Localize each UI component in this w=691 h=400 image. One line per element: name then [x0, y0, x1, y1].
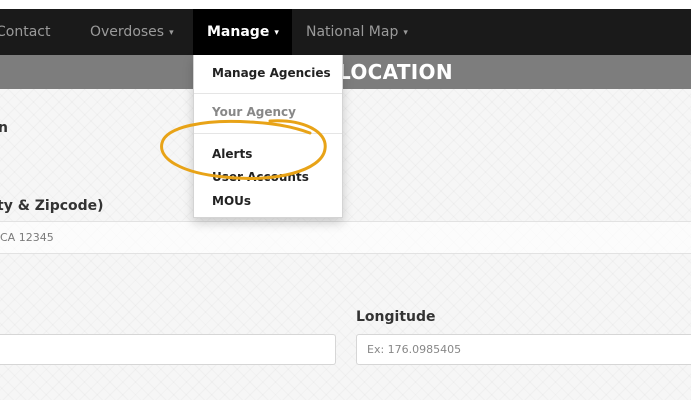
- nav-item-label: National Map: [306, 24, 399, 40]
- caret-down-icon: ▾: [274, 28, 279, 38]
- address-value: CA 12345: [0, 231, 54, 244]
- section-title-bar: LOCATION: [0, 55, 691, 89]
- nav-item-contact[interactable]: Contact: [0, 9, 50, 55]
- latitude-input[interactable]: [0, 334, 336, 365]
- name-field-label: n: [0, 120, 8, 136]
- menu-item-your-agency[interactable]: Your Agency: [212, 105, 296, 119]
- menu-item-manage-agencies[interactable]: Manage Agencies: [212, 66, 331, 80]
- page-title: LOCATION: [338, 60, 453, 84]
- nav-item-national-map[interactable]: National Map ▾: [306, 9, 408, 55]
- menu-item-user-accounts[interactable]: User Accounts: [212, 170, 309, 184]
- longitude-input[interactable]: [356, 334, 691, 365]
- nav-item-label: Contact: [0, 24, 51, 40]
- address-field[interactable]: CA 12345: [0, 221, 691, 254]
- top-navbar: Contact Overdoses ▾ Manage ▾ National Map ▾: [0, 9, 691, 55]
- manage-dropdown-menu: Manage Agencies Your Agency Alerts User …: [193, 55, 343, 218]
- nav-item-overdoses[interactable]: Overdoses ▾: [90, 9, 174, 55]
- nav-item-manage[interactable]: Manage ▾: [193, 9, 292, 55]
- menu-item-alerts[interactable]: Alerts: [212, 147, 252, 161]
- caret-down-icon: ▾: [403, 28, 408, 38]
- menu-divider: [194, 93, 342, 94]
- nav-item-label: Manage: [207, 24, 270, 40]
- top-strip: [0, 0, 691, 9]
- caret-down-icon: ▾: [169, 28, 174, 38]
- menu-item-mous[interactable]: MOUs: [212, 194, 251, 208]
- address-field-label: ty & Zipcode): [0, 198, 104, 214]
- nav-item-label: Overdoses: [90, 24, 165, 40]
- menu-divider: [194, 133, 342, 134]
- longitude-field-label: Longitude: [356, 309, 436, 325]
